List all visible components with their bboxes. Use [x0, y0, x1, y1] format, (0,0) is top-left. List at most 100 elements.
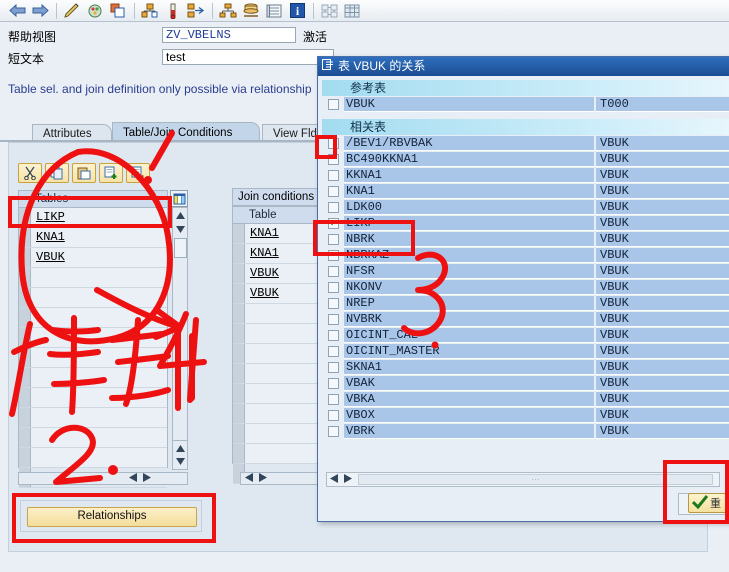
join-row[interactable]: KNA1: [233, 244, 327, 264]
row-checkbox[interactable]: [328, 185, 339, 197]
row-checkbox[interactable]: [328, 313, 339, 325]
cut-icon[interactable]: [18, 163, 42, 183]
table-name-cell[interactable]: [31, 448, 167, 467]
row-checkbox[interactable]: [328, 377, 339, 389]
tab-table-join-conditions[interactable]: Table/Join Conditions: [112, 122, 260, 142]
related-table-name[interactable]: SKNA1: [344, 359, 594, 375]
short-text-input[interactable]: [162, 49, 334, 65]
tables-grid[interactable]: Tables LIKP KNA1 VBUK: [18, 190, 168, 488]
join-scroll-right-icon[interactable]: [259, 472, 267, 485]
stack-icon[interactable]: [240, 2, 262, 20]
table-name-cell[interactable]: [31, 288, 167, 307]
join-row[interactable]: KNA1: [233, 224, 327, 244]
related-table-name[interactable]: NFSR: [344, 263, 594, 279]
join-table-cell[interactable]: [245, 384, 327, 403]
row-selector[interactable]: [233, 324, 245, 343]
join-table-cell[interactable]: VBUK: [245, 284, 327, 303]
row-selector[interactable]: [19, 448, 31, 467]
tables-vertical-scrollbar[interactable]: [172, 207, 188, 455]
table-row[interactable]: [19, 308, 167, 328]
table-row[interactable]: VBUK: [19, 248, 167, 268]
row-selector[interactable]: [19, 268, 31, 287]
related-row[interactable]: NREP VBUK: [322, 295, 729, 311]
related-table-name[interactable]: NVBRK: [344, 311, 594, 327]
related-row[interactable]: NFSR VBUK: [322, 263, 729, 279]
relationships-button[interactable]: Relationships: [27, 507, 197, 527]
insert-row-icon[interactable]: [99, 163, 123, 183]
row-selector[interactable]: [19, 348, 31, 367]
join-table-cell[interactable]: KNA1: [245, 244, 327, 263]
confirm-button[interactable]: 重: [688, 493, 729, 513]
table-name-cell[interactable]: LIKP: [31, 208, 167, 227]
row-checkbox[interactable]: [328, 169, 339, 181]
related-row[interactable]: BC490KKNA1 VBUK: [322, 151, 729, 167]
delete-row-icon[interactable]: [126, 163, 150, 183]
table-settings-icon[interactable]: [170, 190, 188, 207]
join-row[interactable]: [233, 444, 327, 464]
row-selector[interactable]: [233, 264, 245, 283]
join-table-cell[interactable]: [245, 364, 327, 383]
table-row[interactable]: [19, 288, 167, 308]
related-row[interactable]: VBRK VBUK: [322, 423, 729, 439]
related-row[interactable]: NBRK VBUK: [322, 231, 729, 247]
row-selector[interactable]: [233, 364, 245, 383]
join-row[interactable]: [233, 324, 327, 344]
join-table-cell[interactable]: VBUK: [245, 264, 327, 283]
row-checkbox[interactable]: [328, 249, 339, 261]
scroll-up-page-icon[interactable]: [173, 442, 187, 454]
where-used-icon[interactable]: [185, 2, 207, 20]
row-checkbox[interactable]: [328, 137, 339, 149]
scroll-right-icon[interactable]: [143, 472, 151, 485]
table-name-cell[interactable]: [31, 308, 167, 327]
hierarchy-icon[interactable]: [139, 2, 161, 20]
network-graphic-icon[interactable]: [217, 2, 239, 20]
join-table-cell[interactable]: [245, 444, 327, 463]
tables-grid-rows[interactable]: LIKP KNA1 VBUK: [19, 208, 167, 488]
scroll-up-icon[interactable]: [173, 209, 187, 222]
table-name-cell[interactable]: [31, 328, 167, 347]
row-selector[interactable]: [19, 388, 31, 407]
row-checkbox[interactable]: [328, 297, 339, 309]
row-selector[interactable]: [233, 384, 245, 403]
table-name-cell[interactable]: [31, 268, 167, 287]
join-conditions-grid[interactable]: Table KNA1 KNA1 VBUK VBUK: [232, 206, 328, 484]
row-selector[interactable]: [19, 428, 31, 447]
related-table-name[interactable]: /BEV1/RBVBAK: [344, 135, 594, 151]
table-name-cell[interactable]: [31, 388, 167, 407]
table-row[interactable]: [19, 328, 167, 348]
table-name-cell[interactable]: [31, 408, 167, 427]
reference-rows[interactable]: VBUK T000: [322, 96, 729, 112]
info-icon[interactable]: i: [286, 2, 308, 20]
row-selector[interactable]: [233, 404, 245, 423]
row-selector[interactable]: [233, 284, 245, 303]
row-selector[interactable]: [19, 228, 31, 247]
scroll-left-icon[interactable]: [129, 472, 137, 485]
related-row[interactable]: KKNA1 VBUK: [322, 167, 729, 183]
row-checkbox[interactable]: [328, 265, 339, 277]
related-table-name[interactable]: OICINT_CAL: [344, 327, 594, 343]
join-row[interactable]: VBUK: [233, 284, 327, 304]
copy-object-icon[interactable]: [107, 2, 129, 20]
pencil-icon[interactable]: [61, 2, 83, 20]
related-row[interactable]: SKNA1 VBUK: [322, 359, 729, 375]
row-checkbox[interactable]: [328, 233, 339, 245]
related-table-name[interactable]: VBOX: [344, 407, 594, 423]
join-table-cell[interactable]: [245, 324, 327, 343]
row-checkbox[interactable]: [328, 153, 339, 165]
view-name-input[interactable]: [162, 27, 296, 43]
row-checkbox[interactable]: [328, 201, 339, 213]
row-checkbox[interactable]: [328, 361, 339, 373]
related-row[interactable]: KNA1 VBUK: [322, 183, 729, 199]
related-row[interactable]: OICINT_MASTER VBUK: [322, 343, 729, 359]
join-row[interactable]: [233, 424, 327, 444]
palette-icon[interactable]: [84, 2, 106, 20]
join-table-cell[interactable]: [245, 344, 327, 363]
related-table-name[interactable]: VBKA: [344, 391, 594, 407]
tables-horizontal-scrollbar[interactable]: [18, 472, 188, 485]
row-selector[interactable]: [19, 248, 31, 267]
table-name-cell[interactable]: KNA1: [31, 228, 167, 247]
related-table-name[interactable]: LIKP: [344, 215, 594, 231]
join-table-cell[interactable]: KNA1: [245, 224, 327, 243]
row-checkbox[interactable]: [328, 425, 339, 437]
related-table-name[interactable]: OICINT_MASTER: [344, 343, 594, 359]
